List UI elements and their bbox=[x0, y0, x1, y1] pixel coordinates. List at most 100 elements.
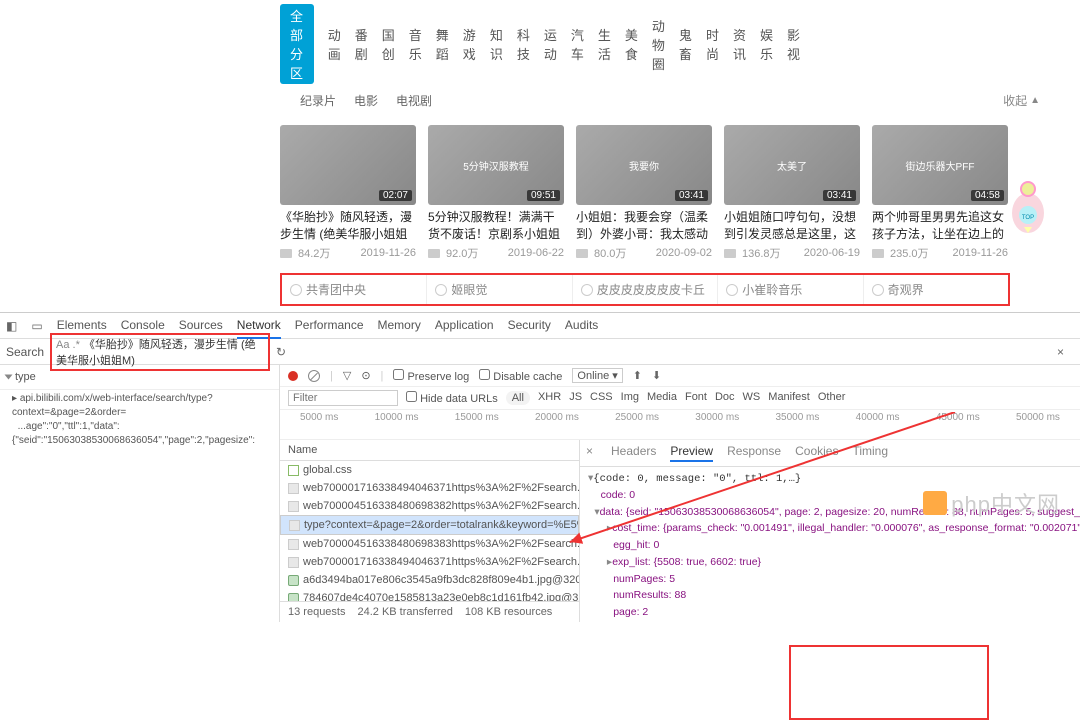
filter-type[interactable]: Font bbox=[685, 391, 707, 405]
video-title[interactable]: 两个帅哥里男男先追这女孩子方法，让坐在边上的小姐姐 bbox=[872, 209, 1008, 243]
sub-nav: 纪录片 电影 电视剧 收起 ▲ bbox=[0, 88, 1080, 115]
nav-item[interactable]: 影视 bbox=[787, 25, 800, 63]
nav-item[interactable]: 资讯 bbox=[733, 25, 746, 63]
preview-pane: × HeadersPreviewResponseCookiesTiming ▾{… bbox=[580, 440, 1080, 622]
search-icon[interactable]: ⊙ bbox=[361, 369, 370, 382]
close-icon[interactable]: × bbox=[1057, 345, 1064, 359]
waterfall[interactable]: 5000 ms10000 ms15000 ms20000 ms25000 ms3… bbox=[280, 410, 1080, 440]
filter-type[interactable]: Doc bbox=[715, 391, 735, 405]
nav-item[interactable]: 国创 bbox=[382, 25, 395, 63]
request-row[interactable]: global.css bbox=[280, 461, 579, 479]
timeline-tick: 50000 ms bbox=[1016, 410, 1060, 423]
search-match[interactable]: ▸ api.bilibili.com/x/web-interface/searc… bbox=[0, 390, 279, 450]
video-thumb[interactable]: 02:07 bbox=[280, 125, 416, 205]
devtools-tab[interactable]: Audits bbox=[565, 313, 598, 339]
nav-item[interactable]: 科技 bbox=[517, 25, 530, 63]
video-card[interactable]: 街边乐器大PFF04:58 两个帅哥里男男先追这女孩子方法，让坐在边上的小姐姐 … bbox=[872, 125, 1008, 261]
nav-item[interactable]: 动画 bbox=[328, 25, 341, 63]
video-thumb[interactable]: 我要你03:41 bbox=[576, 125, 712, 205]
throttle-select[interactable]: Online ▾ bbox=[572, 368, 622, 383]
preview-tab[interactable]: Timing bbox=[852, 444, 888, 462]
preview-tab[interactable]: Preview bbox=[670, 444, 713, 462]
play-icon bbox=[872, 249, 884, 258]
filter-type[interactable]: XHR bbox=[538, 391, 561, 405]
request-row[interactable]: type?context=&page=2&order=totalrank&key… bbox=[280, 515, 579, 535]
collapse-toggle[interactable]: 收起 ▲ bbox=[1003, 92, 1040, 109]
filter-icon[interactable]: ▽ bbox=[343, 369, 351, 382]
filter-type[interactable]: Manifest bbox=[768, 391, 810, 405]
author-cell[interactable]: 皮皮皮皮皮皮皮卡丘 bbox=[573, 275, 718, 304]
nav-item[interactable]: 音乐 bbox=[409, 25, 422, 63]
close-icon[interactable]: × bbox=[586, 444, 593, 462]
request-row[interactable]: web700004516338480698382https%3A%2F%2Fse… bbox=[280, 497, 579, 515]
hide-dataurls[interactable]: Hide data URLs bbox=[406, 391, 498, 405]
nav-item[interactable]: 动物圈 bbox=[652, 16, 665, 73]
timeline-tick: 30000 ms bbox=[695, 410, 739, 423]
devtools-tab[interactable]: Application bbox=[435, 313, 494, 339]
nav-item[interactable]: 美食 bbox=[625, 25, 638, 63]
device-icon[interactable]: ▭ bbox=[31, 319, 42, 333]
video-thumb[interactable]: 5分钟汉服教程09:51 bbox=[428, 125, 564, 205]
request-row[interactable]: 784607de4c4070e1585813a23e0eb8c1d161fb42… bbox=[280, 589, 579, 601]
filter-type[interactable]: WS bbox=[743, 391, 761, 405]
upload-icon[interactable]: ⬆ bbox=[633, 369, 642, 382]
filter-type[interactable]: All bbox=[506, 391, 530, 405]
request-list: Name global.cssweb700001716338494046371h… bbox=[280, 440, 580, 622]
video-thumb[interactable]: 太美了03:41 bbox=[724, 125, 860, 205]
video-title[interactable]: 小姐姐随口哼句句，没想到引发灵感总是这里，这里 bbox=[724, 209, 860, 243]
nav-item[interactable]: 汽车 bbox=[571, 25, 584, 63]
filter-type[interactable]: Media bbox=[647, 391, 677, 405]
video-title[interactable]: 《华胎抄》随风轻透，漫步生情 (绝美华服小姐姐MV bbox=[280, 209, 416, 243]
preview-tab[interactable]: Response bbox=[727, 444, 781, 462]
nav-item[interactable]: 运动 bbox=[544, 25, 557, 63]
subnav-item[interactable]: 电影 bbox=[354, 92, 378, 109]
clear-icon[interactable] bbox=[308, 370, 320, 382]
preview-tab[interactable]: Cookies bbox=[795, 444, 838, 462]
request-row[interactable]: a6d3494ba017e806c3545a9fb3dc828f809e4b1.… bbox=[280, 571, 579, 589]
author-cell[interactable]: 小崔聆音乐 bbox=[718, 275, 863, 304]
video-card[interactable]: 02:07 《华胎抄》随风轻透，漫步生情 (绝美华服小姐姐MV 84.2万201… bbox=[280, 125, 416, 261]
devtools-tab[interactable]: Performance bbox=[295, 313, 364, 339]
devtools-tab[interactable]: Security bbox=[508, 313, 551, 339]
nav-item[interactable]: 娱乐 bbox=[760, 25, 773, 63]
file-icon bbox=[288, 575, 299, 586]
nav-item[interactable]: 时尚 bbox=[706, 25, 719, 63]
svg-text:TOP: TOP bbox=[1022, 215, 1034, 221]
filter-type[interactable]: CSS bbox=[590, 391, 613, 405]
author-cell[interactable]: 奇观界 bbox=[864, 275, 1008, 304]
disable-cache[interactable]: Disable cache bbox=[479, 369, 562, 383]
nav-item[interactable]: 游戏 bbox=[463, 25, 476, 63]
video-thumb[interactable]: 街边乐器大PFF04:58 bbox=[872, 125, 1008, 205]
download-icon[interactable]: ⬇ bbox=[652, 369, 661, 382]
filter-type[interactable]: Img bbox=[621, 391, 639, 405]
subnav-item[interactable]: 纪录片 bbox=[300, 92, 336, 109]
nav-item[interactable]: 舞蹈 bbox=[436, 25, 449, 63]
request-row[interactable]: web700004516338480698383https%3A%2F%2Fse… bbox=[280, 535, 579, 553]
refresh-icon[interactable]: ↻ bbox=[276, 345, 286, 359]
devtools-tab[interactable]: Memory bbox=[378, 313, 421, 339]
request-row[interactable]: web700001716338494046371https%3A%2F%2Fse… bbox=[280, 479, 579, 497]
preview-tab[interactable]: Headers bbox=[611, 444, 656, 462]
nav-item[interactable]: 番剧 bbox=[355, 25, 368, 63]
nav-item[interactable]: 知识 bbox=[490, 25, 503, 63]
inspect-icon[interactable]: ◧ bbox=[6, 319, 17, 333]
nav-item[interactable]: 全部分区 bbox=[280, 4, 314, 84]
request-row[interactable]: web700001716338494046371https%3A%2F%2Fse… bbox=[280, 553, 579, 571]
author-cell[interactable]: 姬眼觉 bbox=[427, 275, 572, 304]
video-card[interactable]: 太美了03:41 小姐姐随口哼句句，没想到引发灵感总是这里，这里 136.8万2… bbox=[724, 125, 860, 261]
video-title[interactable]: 5分钟汉服教程！满满干货不废话！京剧系小姐姐教你 bbox=[428, 209, 564, 243]
preserve-log[interactable]: Preserve log bbox=[393, 369, 469, 383]
author-cell[interactable]: 共青团中央 bbox=[282, 275, 427, 304]
filter-type[interactable]: JS bbox=[569, 391, 582, 405]
video-card[interactable]: 我要你03:41 小姐姐：我要会穿（温柔到）外婆小哥：我太感动 80.0万202… bbox=[576, 125, 712, 261]
category-nav: 全部分区动画番剧国创音乐舞蹈游戏知识科技运动汽车生活美食 动物圈 鬼畜时尚资讯娱乐影… bbox=[0, 0, 1080, 88]
filter-input[interactable] bbox=[288, 390, 398, 406]
record-icon[interactable] bbox=[288, 371, 298, 381]
nav-item[interactable]: 鬼畜 bbox=[679, 25, 692, 63]
video-title[interactable]: 小姐姐：我要会穿（温柔到）外婆小哥：我太感动 bbox=[576, 209, 712, 243]
filter-type[interactable]: Other bbox=[818, 391, 846, 405]
video-card[interactable]: 5分钟汉服教程09:51 5分钟汉服教程！满满干货不废话！京剧系小姐姐教你 92… bbox=[428, 125, 564, 261]
subnav-item[interactable]: 电视剧 bbox=[396, 92, 432, 109]
nav-item[interactable]: 生活 bbox=[598, 25, 611, 63]
name-column-header[interactable]: Name bbox=[280, 440, 579, 461]
